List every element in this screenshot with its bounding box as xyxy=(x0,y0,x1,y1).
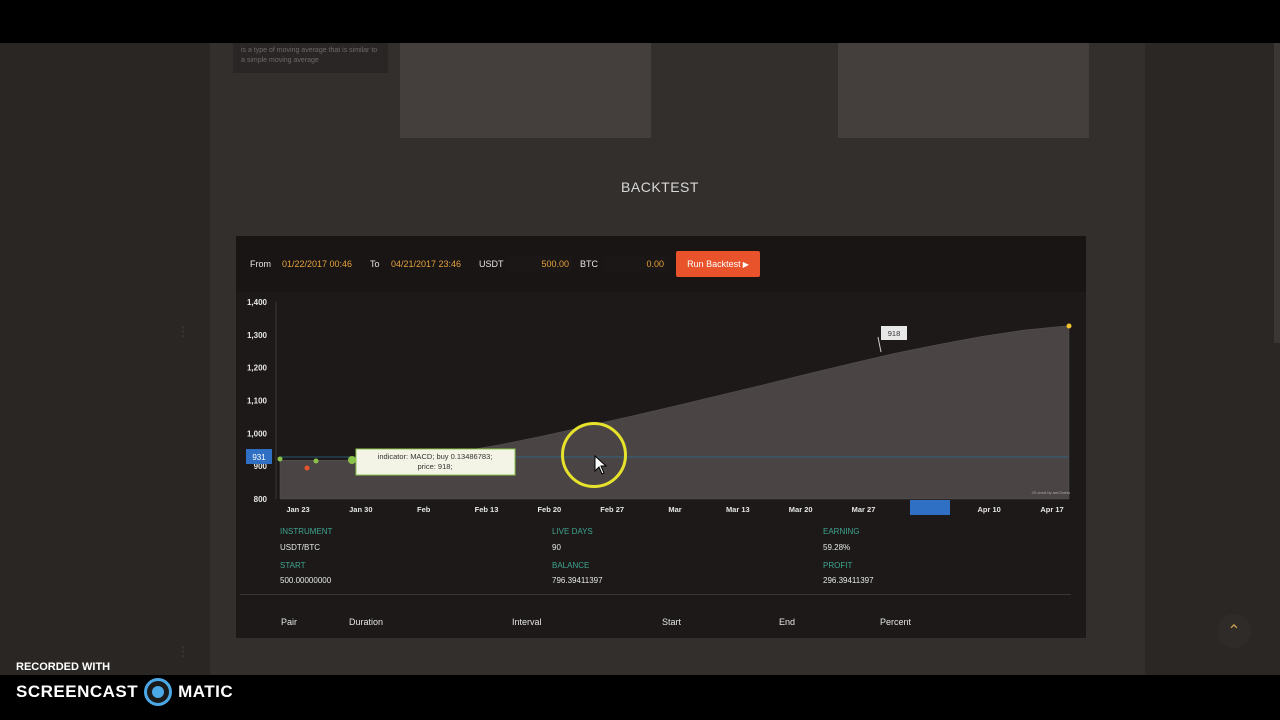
x-tick-label: Mar 20 xyxy=(789,505,813,514)
backtest-chart[interactable]: 1,4001,3001,2001,1001,000900800 Jan 23 Ja… xyxy=(236,292,1086,518)
right-gutter xyxy=(1145,43,1280,675)
table-header-interval: Interval xyxy=(512,617,542,627)
y-tick-label: 1,000 xyxy=(247,429,268,438)
live-days-value: 90 xyxy=(552,543,561,552)
price-flag: 918 xyxy=(877,326,907,353)
live-days-label: LIVE DAYS xyxy=(552,527,593,536)
btc-amount-input[interactable]: 0.00 xyxy=(604,259,664,269)
record-icon xyxy=(144,678,173,706)
instrument-label: INSTRUMENT xyxy=(280,527,333,536)
x-tick-label: Mar 13 xyxy=(726,505,750,514)
x-tick-label: Feb 20 xyxy=(537,505,561,514)
y-axis: 1,4001,3001,2001,1001,000900800 xyxy=(247,298,277,504)
scroll-to-top-button[interactable]: ⌃ xyxy=(1217,614,1251,648)
indicator-panel-left xyxy=(400,43,651,138)
end-marker[interactable] xyxy=(1066,323,1072,329)
to-date-input[interactable]: 04/21/2017 23:46 xyxy=(391,259,461,269)
decorative-dots-icon: ⁝ xyxy=(180,642,186,662)
table-header-start: Start xyxy=(662,617,682,627)
x-tick-label: Feb 13 xyxy=(475,505,499,514)
x-tick-label: Mar xyxy=(668,505,681,514)
signal-tooltip-line-2: price: 918; xyxy=(417,462,452,471)
y-tick-label: 1,200 xyxy=(247,364,268,373)
x-tick-label: Jan 23 xyxy=(286,505,309,514)
mouse-pointer-icon xyxy=(594,455,608,475)
divider xyxy=(240,594,1071,595)
x-tick-label: Jan 30 xyxy=(349,505,372,514)
buy-marker[interactable] xyxy=(313,458,319,464)
recorded-with-label: RECORDED WITH xyxy=(16,661,111,673)
y-tick-label: 1,100 xyxy=(247,397,268,406)
screencast-matic-logo: SCREENCAST MATIC xyxy=(16,678,234,706)
profit-value: 296.39411397 xyxy=(823,576,874,585)
buy-marker[interactable] xyxy=(277,456,283,462)
current-value-badge: 931 xyxy=(246,449,272,464)
current-value-text: 931 xyxy=(252,453,266,462)
usdt-amount-input[interactable]: 500.00 xyxy=(508,259,569,269)
run-backtest-label: Run Backtest xyxy=(687,259,741,269)
to-label: To xyxy=(370,259,380,269)
buy-marker[interactable] xyxy=(348,456,356,464)
play-icon: ▶ xyxy=(742,259,749,269)
brand-right-text: MATIC xyxy=(178,682,234,701)
y-tick-label: 800 xyxy=(254,495,268,504)
usdt-label: USDT xyxy=(479,259,504,269)
btc-label: BTC xyxy=(580,259,598,269)
balance-label: BALANCE xyxy=(552,561,590,570)
table-header-percent: Percent xyxy=(880,617,912,627)
decorative-dots-icon: ⁝ xyxy=(180,322,186,342)
price-flag-text: 918 xyxy=(888,329,901,338)
start-label: START xyxy=(280,561,306,570)
run-backtest-button[interactable]: Run Backtest ▶ xyxy=(676,251,760,277)
from-label: From xyxy=(250,259,271,269)
earning-label: EARNING xyxy=(823,527,860,536)
y-tick-label: 1,400 xyxy=(247,298,268,307)
y-tick-label: 1,300 xyxy=(247,331,268,340)
start-value: 500.00000000 xyxy=(280,576,332,585)
chevron-up-icon: ⌃ xyxy=(1227,623,1241,640)
x-tick-label: Feb 27 xyxy=(600,505,624,514)
table-header-end: End xyxy=(779,617,796,627)
top-black-bar xyxy=(0,0,1280,43)
earning-value: 59.28% xyxy=(823,543,851,552)
x-tick-label: Mar 27 xyxy=(852,505,876,514)
balance-value: 796.39411397 xyxy=(552,576,603,585)
x-tick-label: Apr 17 xyxy=(1040,505,1063,514)
chart-credit: JS chart by amCharts xyxy=(1032,490,1070,495)
signal-tooltip: indicator: MACD; buy 0.13486783; price: … xyxy=(355,448,516,476)
section-title: BACKTEST xyxy=(621,179,699,195)
table-header-pair: Pair xyxy=(281,617,298,627)
indicator-panel-right xyxy=(838,43,1089,138)
scrollbar-thumb[interactable] xyxy=(1274,43,1280,343)
left-gutter xyxy=(0,43,210,675)
x-tick-label: Feb xyxy=(417,505,431,514)
from-date-input[interactable]: 01/22/2017 00:46 xyxy=(282,259,352,269)
profit-label: PROFIT xyxy=(823,561,853,570)
date-cursor-badge xyxy=(910,500,950,515)
table-header-duration: Duration xyxy=(349,617,384,627)
sell-marker[interactable] xyxy=(304,465,310,471)
x-tick-label: Apr 10 xyxy=(977,505,1000,514)
brand-left-text: SCREENCAST xyxy=(16,682,139,701)
indicator-tooltip-card: is a type of moving average that is simi… xyxy=(233,43,388,73)
signal-tooltip-line-1: indicator: MACD; buy 0.13486783; xyxy=(378,452,493,461)
instrument-value: USDT/BTC xyxy=(280,543,320,552)
